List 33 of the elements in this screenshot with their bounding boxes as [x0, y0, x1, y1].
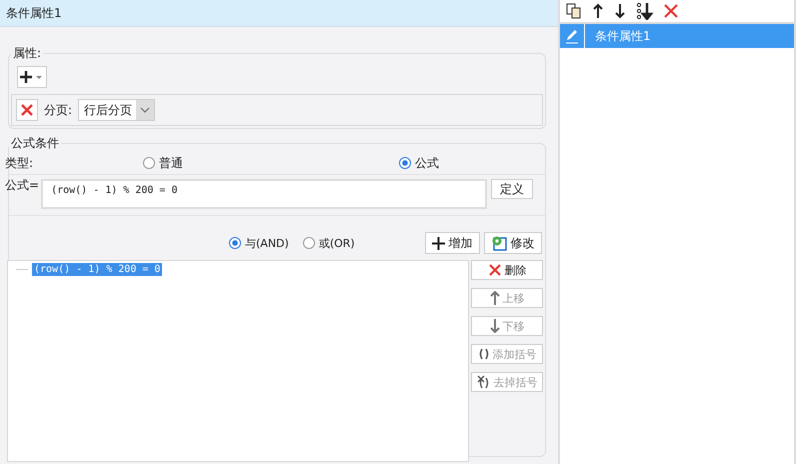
add-dropdown-button[interactable]	[17, 66, 47, 88]
delete-button[interactable]: 删除	[471, 260, 543, 280]
plus-icon	[19, 70, 45, 84]
arrow-up-icon	[490, 291, 500, 305]
remove-button[interactable]	[16, 99, 38, 121]
panel-title: 条件属性1	[0, 0, 558, 27]
logic-radio[interactable]: 与(AND)	[229, 236, 289, 250]
copy-icon[interactable]	[566, 3, 582, 19]
close-icon	[20, 103, 34, 117]
arrow-down-icon	[490, 319, 500, 333]
delete-icon[interactable]	[664, 4, 678, 18]
type-radio[interactable]: 普通	[143, 154, 184, 172]
modify-button[interactable]: 修改	[484, 232, 542, 254]
move-down-icon[interactable]	[614, 3, 626, 19]
brackets-icon	[478, 348, 490, 360]
close-icon	[488, 263, 502, 277]
type-label: 类型:	[5, 154, 34, 172]
logic-radio[interactable]: 或(OR)	[302, 236, 355, 250]
pencil-icon	[564, 28, 580, 44]
formula-field[interactable]: (row() - 1) % 200 = 0	[41, 179, 488, 209]
define-button[interactable]: 定义	[491, 179, 534, 199]
type-radio[interactable]: 公式	[399, 154, 439, 172]
pagination-label: 分页:	[44, 102, 72, 118]
add-button[interactable]: 增加	[424, 232, 480, 254]
plus-icon	[432, 236, 445, 250]
move-bottom-icon[interactable]	[636, 2, 654, 20]
move-up-icon[interactable]	[592, 3, 604, 19]
group-title: 公式条件	[10, 135, 60, 152]
caret-icon	[140, 107, 150, 113]
group-title: 属性:	[12, 45, 42, 62]
pagination-select[interactable]: 行后分页	[78, 99, 156, 121]
remove-brackets-icon	[476, 375, 490, 389]
formula-label: 公式=	[5, 177, 40, 194]
